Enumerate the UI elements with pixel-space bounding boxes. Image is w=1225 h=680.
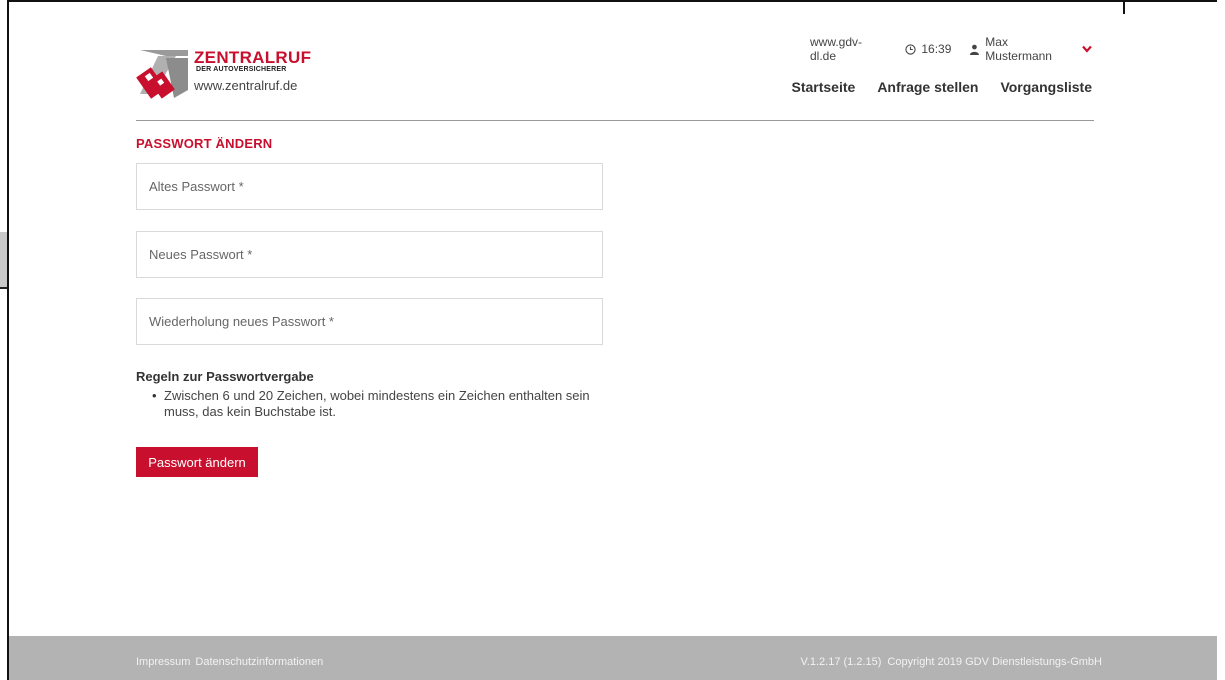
password-rules-list: Zwischen 6 und 20 Zeichen, wobei mindest…	[144, 388, 602, 420]
nav-item-anfrage-stellen[interactable]: Anfrage stellen	[877, 79, 978, 95]
chevron-down-icon[interactable]	[1082, 45, 1092, 53]
user-icon	[970, 44, 980, 55]
user-menu[interactable]: Max Mustermann	[969, 35, 1092, 63]
footer: Impressum Datenschutzinformationen V.1.2…	[9, 636, 1217, 680]
nav-item-startseite[interactable]: Startseite	[792, 79, 856, 95]
top-meta-bar: www.gdv-dl.de 16:39 Max Mustermann	[810, 35, 1092, 63]
logo-url: www.zentralruf.de	[194, 78, 298, 93]
old-password-field[interactable]	[136, 163, 603, 210]
footer-link-datenschutz[interactable]: Datenschutzinformationen	[195, 656, 323, 668]
gdv-link[interactable]: www.gdv-dl.de	[810, 35, 887, 63]
user-name[interactable]: Max Mustermann	[985, 35, 1077, 63]
logo-mark-icon	[136, 50, 188, 99]
copyright-label: Copyright 2019 GDV Dienstleistungs-GmbH	[887, 656, 1102, 668]
new-password-input[interactable]	[137, 232, 602, 277]
change-password-button[interactable]: Passwort ändern	[136, 447, 258, 477]
footer-copyright: V.1.2.17 (1.2.15) Copyright 2019 GDV Die…	[800, 656, 1102, 668]
window-edge	[1123, 0, 1125, 14]
session-time-label: 16:39	[921, 42, 952, 56]
version-label: V.1.2.17 (1.2.15)	[800, 656, 882, 668]
side-tab[interactable]	[0, 232, 7, 289]
footer-link-impressum[interactable]: Impressum	[136, 656, 190, 668]
header-divider	[136, 120, 1094, 121]
logo-brand: ZENTRALRUF	[194, 48, 312, 67]
gdv-link-label[interactable]: www.gdv-dl.de	[810, 35, 887, 63]
main-nav: Startseite Anfrage stellen Vorgangsliste	[792, 79, 1093, 95]
old-password-input[interactable]	[137, 164, 602, 209]
zentralruf-logo[interactable]: ZENTRALRUF DER AUTOVERSICHERER www.zentr…	[136, 44, 316, 108]
footer-links: Impressum Datenschutzinformationen	[136, 656, 323, 668]
session-time: 16:39	[905, 42, 951, 56]
logo-subtitle: DER AUTOVERSICHERER	[196, 66, 287, 73]
clock-icon	[905, 43, 916, 55]
password-rule-item: Zwischen 6 und 20 Zeichen, wobei mindest…	[152, 388, 602, 420]
repeat-password-input[interactable]	[137, 299, 602, 344]
password-rules-heading: Regeln zur Passwortvergabe	[136, 369, 314, 384]
nav-item-vorgangsliste[interactable]: Vorgangsliste	[1000, 79, 1092, 95]
repeat-password-field[interactable]	[136, 298, 603, 345]
new-password-field[interactable]	[136, 231, 603, 278]
page-title: PASSWORT ÄNDERN	[136, 136, 273, 151]
